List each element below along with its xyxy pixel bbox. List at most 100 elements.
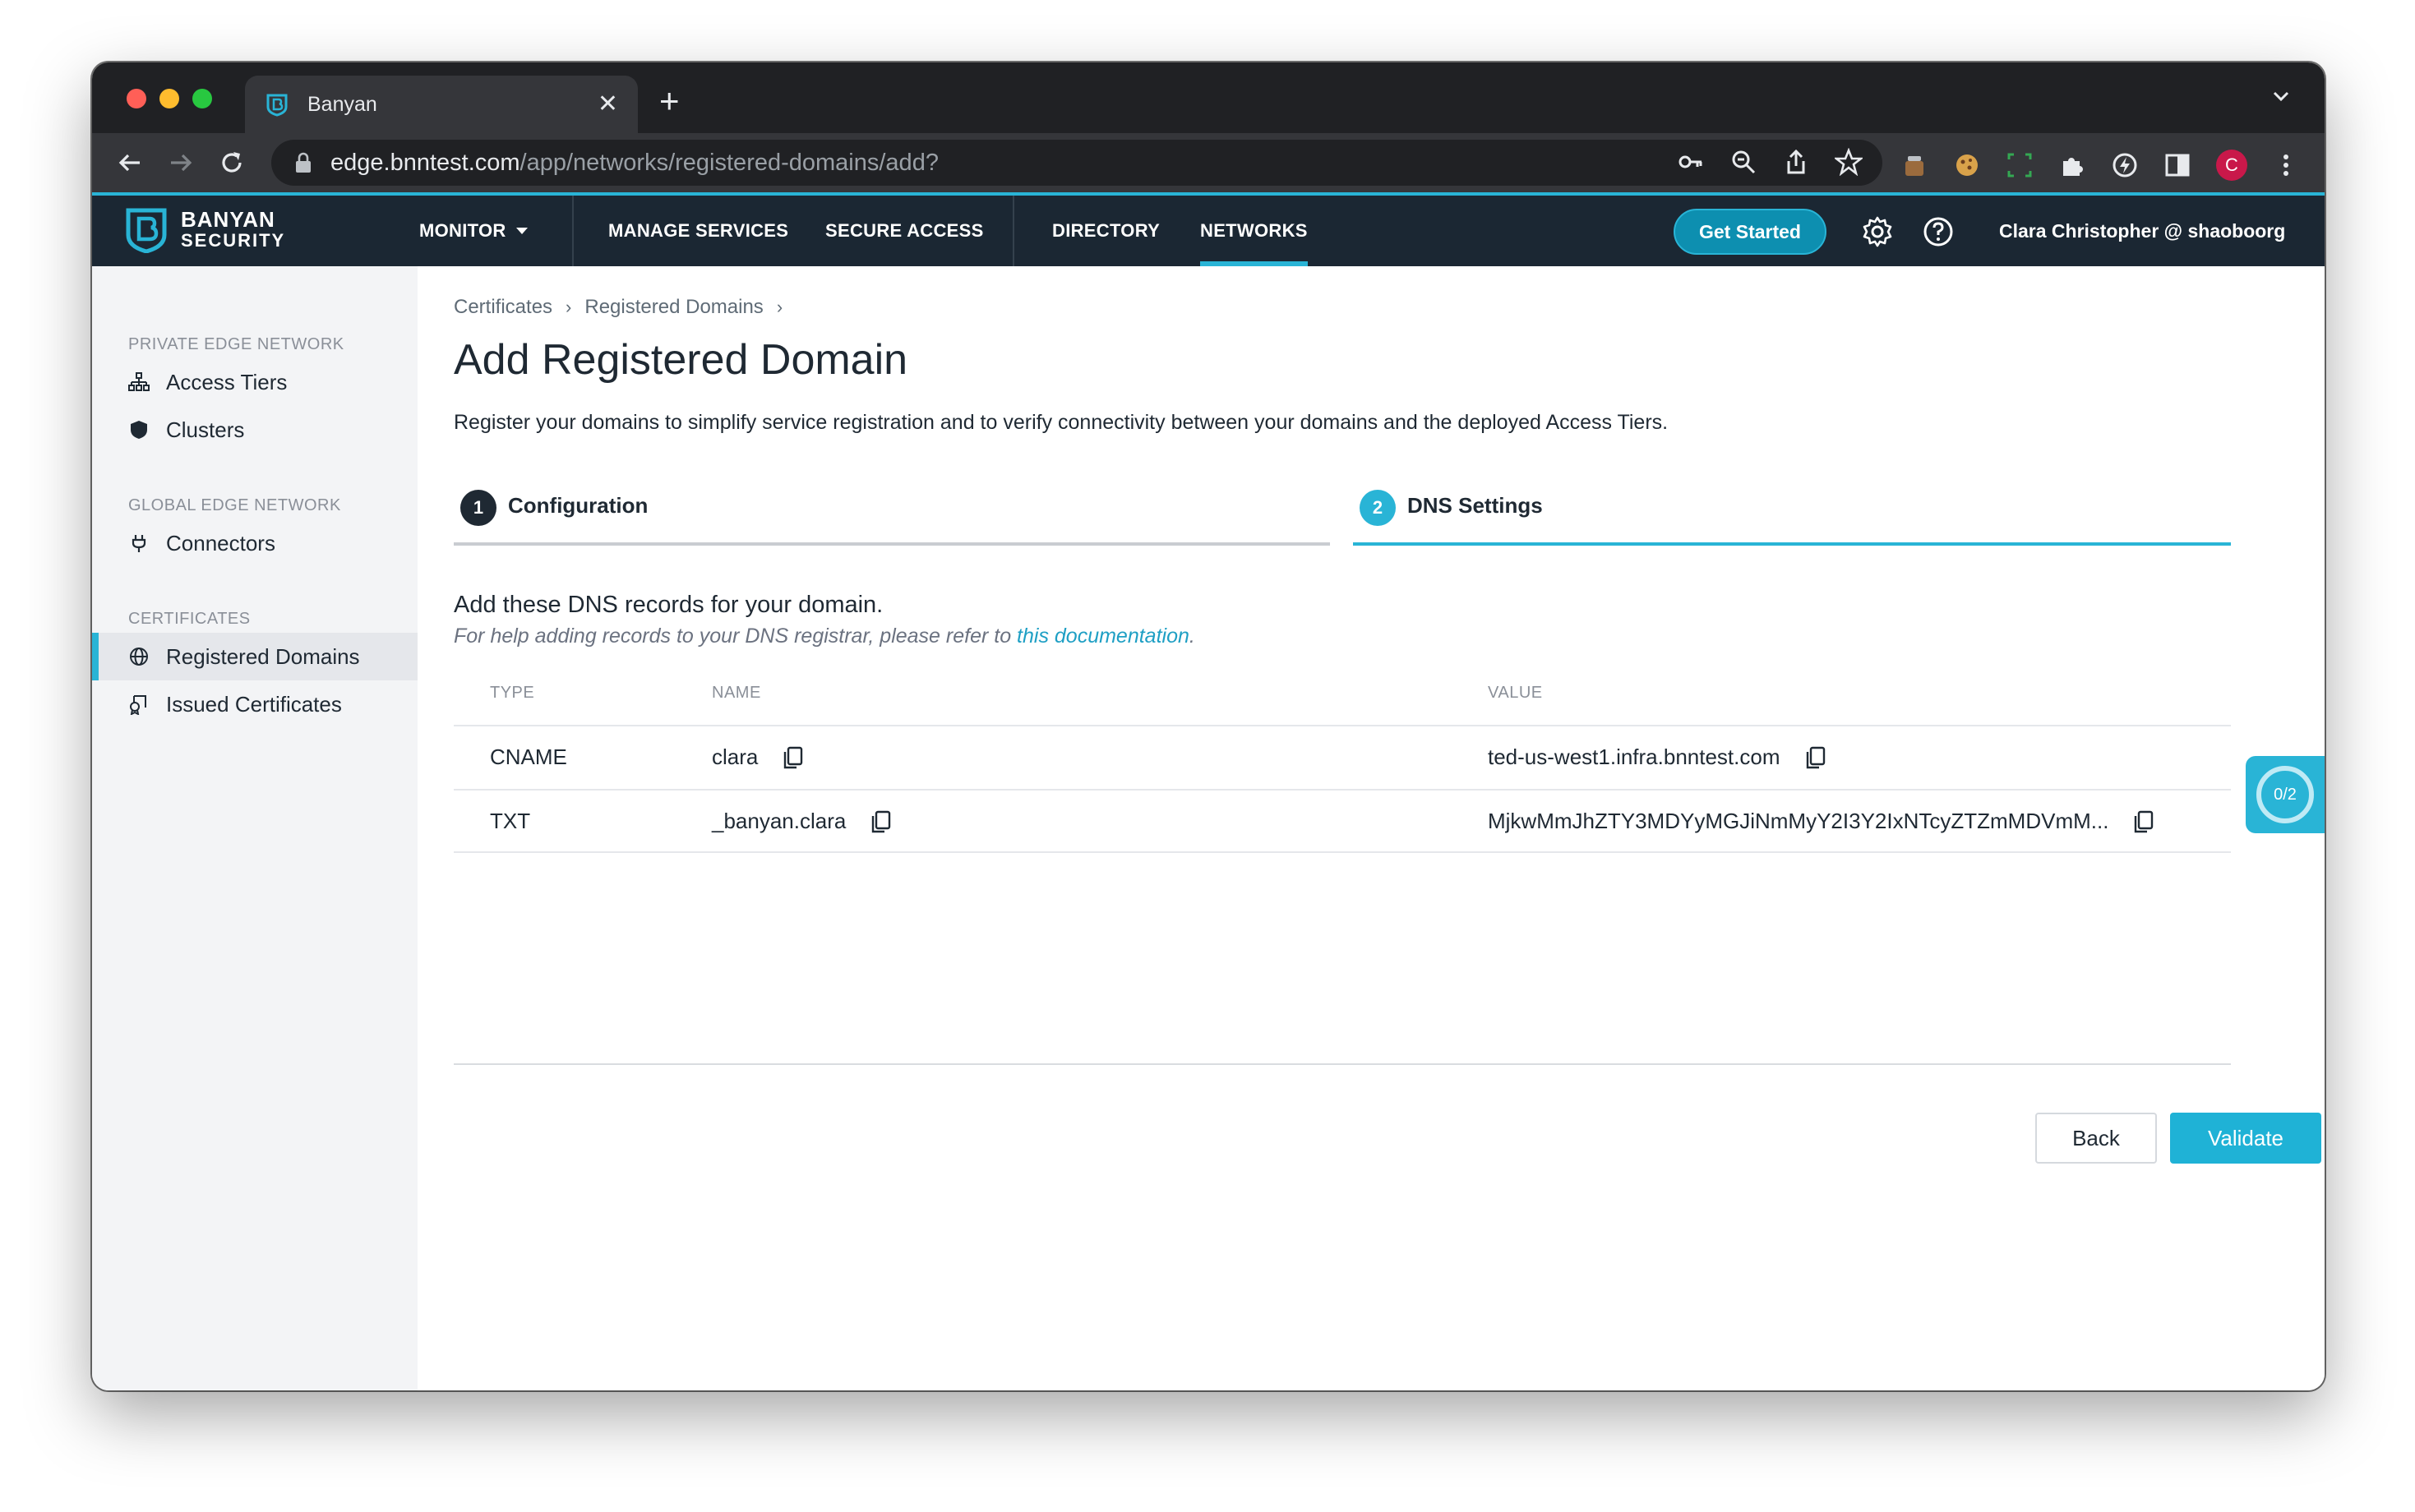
browser-toolbar: edge.bnntest.com/app/networks/registered… bbox=[92, 133, 2325, 192]
sidebar-section-title: CERTIFICATES bbox=[128, 610, 251, 628]
table-row: CNAME clara ted-us-west1.infra.bnntest.c… bbox=[454, 725, 2231, 789]
record-value-cell: ted-us-west1.infra.bnntest.com bbox=[1488, 744, 1826, 770]
sidebar-item-label: Connectors bbox=[166, 530, 275, 555]
get-started-button[interactable]: Get Started bbox=[1674, 209, 1826, 255]
copy-icon[interactable] bbox=[2131, 809, 2154, 834]
bookmark-star-icon[interactable] bbox=[1835, 148, 1863, 176]
column-header-name: NAME bbox=[712, 684, 761, 702]
zoom-icon[interactable] bbox=[1729, 148, 1757, 176]
back-button[interactable]: Back bbox=[2035, 1113, 2157, 1164]
validate-button[interactable]: Validate bbox=[2170, 1113, 2321, 1164]
address-bar[interactable]: edge.bnntest.com/app/networks/registered… bbox=[271, 140, 1882, 186]
step-label: Configuration bbox=[508, 493, 649, 518]
new-tab-button[interactable]: + bbox=[659, 84, 680, 118]
chevron-right-icon: › bbox=[776, 297, 783, 317]
page-title: Add Registered Domain bbox=[454, 336, 908, 384]
record-name-cell: clara bbox=[712, 744, 804, 770]
record-name: clara bbox=[712, 744, 759, 769]
record-value: MjkwMmJhZTY3MDYyMGJiNmMyY2I3Y2IxNTcyZTZm… bbox=[1488, 809, 2109, 833]
page-description: Register your domains to simplify servic… bbox=[454, 411, 1669, 434]
lock-icon bbox=[296, 152, 311, 173]
window-zoom-button[interactable] bbox=[192, 89, 212, 108]
window-minimize-button[interactable] bbox=[159, 89, 179, 108]
step-configuration[interactable]: 1 Configuration bbox=[454, 488, 1330, 546]
forward-arrow-icon[interactable] bbox=[166, 148, 196, 177]
user-account-menu[interactable]: Clara Christopher @ shaoboorg bbox=[1999, 220, 2285, 242]
shield-icon bbox=[131, 421, 147, 439]
browser-window: Banyan ✕ + edge.bnntest.com/app/networks… bbox=[92, 62, 2325, 1390]
logo-text-line1: BANYAN bbox=[181, 207, 275, 232]
step-dns-settings[interactable]: 2 DNS Settings bbox=[1353, 488, 2231, 546]
sitemap-icon bbox=[128, 372, 150, 391]
globe-icon bbox=[130, 648, 148, 666]
record-type: TXT bbox=[490, 809, 531, 833]
reload-icon[interactable] bbox=[217, 148, 247, 177]
sidebar-item-connectors[interactable]: Connectors bbox=[92, 519, 418, 567]
browser-menu-kebab-icon[interactable] bbox=[2272, 151, 2300, 179]
nav-divider bbox=[1013, 196, 1014, 266]
breadcrumb-certificates[interactable]: Certificates bbox=[454, 296, 552, 319]
step-number-badge: 2 bbox=[1360, 490, 1396, 526]
banyan-favicon-icon bbox=[266, 94, 288, 117]
app-header: BANYAN SECURITY MONITOR MANAGE SERVICES … bbox=[92, 192, 2325, 266]
sidebar-item-label: Issued Certificates bbox=[166, 691, 342, 717]
documentation-link[interactable]: this documentation bbox=[1017, 625, 1189, 648]
help-circle-icon[interactable] bbox=[1922, 215, 1955, 248]
breadcrumb-registered-domains[interactable]: Registered Domains bbox=[584, 296, 763, 319]
sidebar-item-issued-certificates[interactable]: Issued Certificates bbox=[92, 680, 418, 728]
caret-down-icon bbox=[515, 228, 528, 234]
nav-networks[interactable]: NETWORKS bbox=[1200, 196, 1308, 266]
nav-secure-access[interactable]: SECURE ACCESS bbox=[825, 196, 984, 266]
tab-close-icon[interactable]: ✕ bbox=[598, 92, 618, 117]
dns-help-prefix: For help adding records to your DNS regi… bbox=[454, 625, 1018, 648]
browser-tab[interactable]: Banyan ✕ bbox=[245, 76, 638, 133]
sidebar-item-clusters[interactable]: Clusters bbox=[92, 406, 418, 454]
sidebar-item-registered-domains[interactable]: Registered Domains bbox=[92, 633, 418, 680]
copy-icon[interactable] bbox=[781, 745, 804, 770]
extensions-puzzle-icon[interactable] bbox=[2058, 151, 2086, 179]
main-content: Certificates › Registered Domains › Add … bbox=[418, 266, 2325, 1390]
url-host: edge.bnntest.com bbox=[330, 149, 520, 176]
extension-cookie-icon[interactable] bbox=[1953, 151, 1981, 179]
extension-bolt-icon[interactable] bbox=[2111, 151, 2139, 179]
nav-directory[interactable]: DIRECTORY bbox=[1052, 196, 1160, 266]
step-label: DNS Settings bbox=[1407, 493, 1543, 518]
sidebar-item-label: Clusters bbox=[166, 417, 245, 442]
settings-gear-icon[interactable] bbox=[1861, 215, 1894, 248]
certificate-icon bbox=[130, 695, 146, 715]
footer-divider bbox=[454, 1063, 2231, 1065]
record-name: _banyan.clara bbox=[712, 809, 847, 833]
step-number-badge: 1 bbox=[460, 490, 496, 526]
record-type: CNAME bbox=[490, 744, 567, 769]
copy-icon[interactable] bbox=[869, 809, 892, 834]
nav-manage-services[interactable]: MANAGE SERVICES bbox=[608, 196, 788, 266]
sidebar-item-label: Access Tiers bbox=[166, 369, 288, 394]
table-row: TXT _banyan.clara MjkwMmJhZTY3MDYyMGJiNm… bbox=[454, 789, 2231, 853]
nav-monitor-label: MONITOR bbox=[419, 220, 506, 241]
sidebar-item-access-tiers[interactable]: Access Tiers bbox=[92, 358, 418, 406]
nav-monitor[interactable]: MONITOR bbox=[419, 196, 528, 266]
window-close-button[interactable] bbox=[127, 89, 146, 108]
column-header-type: TYPE bbox=[490, 684, 535, 702]
banyan-shield-logo-icon bbox=[126, 208, 167, 253]
share-icon[interactable] bbox=[1782, 148, 1810, 176]
logo-text-line2: SECURITY bbox=[181, 230, 286, 251]
sidebar-section-title: PRIVATE EDGE NETWORK bbox=[128, 335, 344, 353]
back-arrow-icon[interactable] bbox=[115, 148, 145, 177]
tab-search-chevron-icon[interactable] bbox=[2269, 84, 2293, 108]
dns-help-suffix: . bbox=[1189, 625, 1195, 648]
banyan-logo[interactable]: BANYAN SECURITY bbox=[125, 207, 285, 253]
browser-tabstrip: Banyan ✕ + bbox=[92, 62, 2325, 133]
onboarding-progress-widget[interactable]: 0/2 bbox=[2246, 756, 2325, 833]
extension-screenshot-icon[interactable] bbox=[2006, 151, 2034, 179]
key-icon[interactable] bbox=[1677, 148, 1705, 176]
record-value: ted-us-west1.infra.bnntest.com bbox=[1488, 744, 1780, 769]
chevron-right-icon: › bbox=[566, 297, 572, 317]
sidebar-section-title: GLOBAL EDGE NETWORK bbox=[128, 496, 341, 514]
extension-cookie-jar-icon[interactable] bbox=[1900, 151, 1928, 179]
copy-icon[interactable] bbox=[1803, 745, 1826, 770]
plug-icon bbox=[132, 535, 146, 552]
profile-avatar[interactable]: C bbox=[2216, 150, 2247, 181]
side-panel-icon[interactable] bbox=[2163, 151, 2191, 179]
record-name-cell: _banyan.clara bbox=[712, 809, 892, 834]
